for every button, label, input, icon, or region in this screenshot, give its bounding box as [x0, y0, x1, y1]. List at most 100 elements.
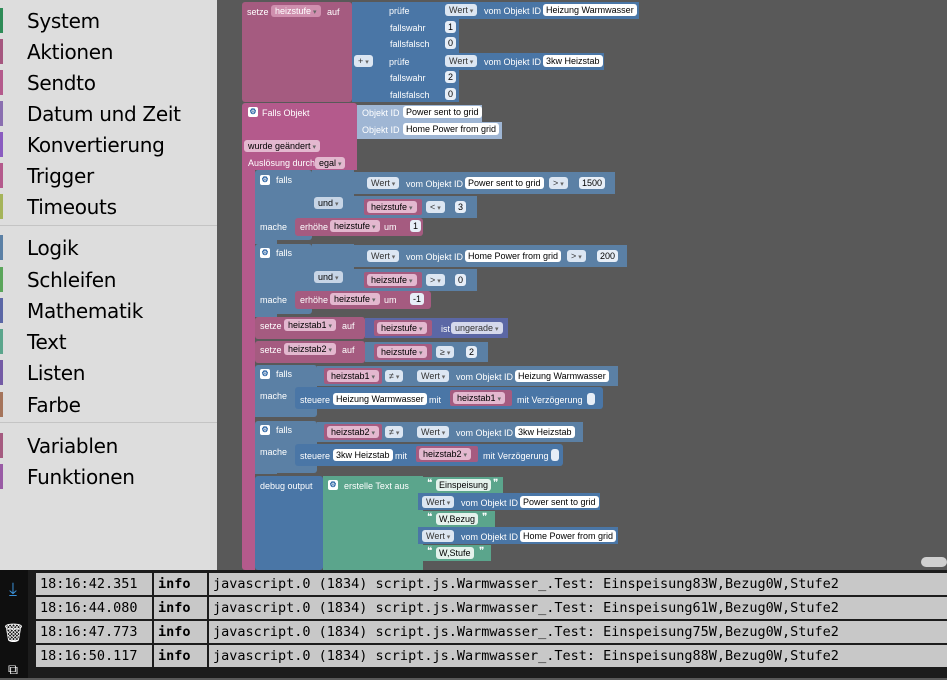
- compare-operator-dropdown[interactable]: >: [426, 274, 445, 286]
- category-farbe[interactable]: Farbe: [0, 389, 217, 419]
- category-variablen[interactable]: Variablen: [0, 430, 217, 460]
- value-type-dropdown[interactable]: Wert: [445, 4, 478, 16]
- variable-dropdown[interactable]: heizstab1: [284, 319, 336, 331]
- number-field[interactable]: 1: [445, 21, 457, 33]
- value-type-dropdown[interactable]: Wert: [422, 496, 455, 508]
- variable-dropdown[interactable]: heizstufe: [367, 201, 417, 213]
- category-aktionen[interactable]: Aktionen: [0, 36, 217, 66]
- object-id-field[interactable]: Power sent to grid: [403, 106, 482, 118]
- number-field[interactable]: -1: [410, 293, 425, 305]
- category-trigger[interactable]: Trigger: [0, 160, 217, 190]
- value-type-dropdown[interactable]: Wert: [367, 250, 400, 262]
- compare-operator-dropdown[interactable]: ≥: [436, 346, 455, 358]
- category-mathematik[interactable]: Mathematik: [0, 295, 217, 325]
- text-field[interactable]: W,Stufe: [436, 547, 474, 559]
- number-field[interactable]: 0: [445, 88, 457, 100]
- trigger-source-dropdown[interactable]: egal: [315, 157, 346, 169]
- variable-dropdown[interactable]: heizstufe: [377, 346, 427, 358]
- logic-and-block[interactable]: [312, 244, 354, 292]
- object-id-field[interactable]: Heizung Warmwasser: [333, 393, 427, 405]
- category-color-bar: [0, 132, 3, 157]
- logic-and-block[interactable]: [312, 170, 354, 218]
- variable-dropdown[interactable]: heizstufe: [330, 293, 380, 305]
- block-text: falls: [276, 175, 293, 185]
- category-listen[interactable]: Listen: [0, 357, 217, 387]
- category-logik[interactable]: Logik: [0, 232, 217, 262]
- gear-icon[interactable]: ⚙: [260, 425, 270, 435]
- value-type-dropdown[interactable]: Wert: [417, 426, 450, 438]
- block-text: auf: [327, 7, 340, 17]
- add-case-button[interactable]: +: [354, 55, 373, 67]
- scroll-down-icon[interactable]: ⤓: [2, 578, 24, 600]
- object-id-field[interactable]: 3kw Heizstab: [543, 55, 603, 67]
- category-konvertierung[interactable]: Konvertierung: [0, 129, 217, 159]
- compare-operator-dropdown[interactable]: >: [549, 177, 568, 189]
- logic-operator-dropdown[interactable]: und: [314, 197, 343, 209]
- variable-dropdown[interactable]: heizstufe: [367, 274, 417, 286]
- compare-operator-dropdown[interactable]: <: [426, 201, 445, 213]
- object-id-field[interactable]: Heizung Warmwasser: [515, 370, 609, 382]
- object-id-field[interactable]: Home Power from grid: [465, 250, 562, 262]
- variable-dropdown[interactable]: heizstab2: [419, 448, 471, 460]
- blockly-workspace[interactable]: setze heizstufe auf prüfe Wert vom Objek…: [217, 0, 947, 570]
- variable-dropdown[interactable]: heizstufe: [330, 220, 380, 232]
- object-id-field[interactable]: Power sent to grid: [465, 177, 544, 189]
- object-id-field[interactable]: 3kw Heizstab: [333, 449, 393, 461]
- compare-operator-dropdown[interactable]: >: [567, 250, 586, 262]
- number-field[interactable]: 0: [445, 37, 457, 49]
- object-id-field[interactable]: Power sent to grid: [520, 496, 599, 508]
- copy-icon[interactable]: ⧉: [2, 658, 24, 680]
- category-schleifen[interactable]: Schleifen: [0, 264, 217, 294]
- value-type-dropdown[interactable]: Wert: [367, 177, 400, 189]
- gear-icon[interactable]: ⚙: [260, 175, 270, 185]
- gear-icon[interactable]: ⚙: [260, 369, 270, 379]
- category-timeouts[interactable]: Timeouts: [0, 191, 217, 221]
- value-type-dropdown[interactable]: Wert: [417, 370, 450, 382]
- trigger-type-dropdown[interactable]: wurde geändert: [244, 140, 321, 152]
- variable-dropdown[interactable]: heizstufe: [377, 322, 427, 334]
- block-text: mache: [260, 295, 288, 305]
- compare-operator-dropdown[interactable]: ≠: [385, 426, 404, 438]
- category-text[interactable]: Text: [0, 326, 217, 356]
- category-datum-und-zeit[interactable]: Datum und Zeit: [0, 98, 217, 128]
- number-field[interactable]: 2: [445, 71, 457, 83]
- compare-operator-dropdown[interactable]: ≠: [385, 370, 404, 382]
- gear-icon[interactable]: ⚙: [260, 248, 270, 258]
- object-id-field[interactable]: Heizung Warmwasser: [543, 4, 637, 16]
- number-field[interactable]: 3: [455, 201, 467, 213]
- delay-checkbox[interactable]: [587, 393, 595, 405]
- number-field[interactable]: 1: [410, 220, 422, 232]
- variable-dropdown[interactable]: heizstab2: [327, 426, 379, 438]
- delay-checkbox[interactable]: [551, 449, 559, 461]
- object-id-field[interactable]: Home Power from grid: [520, 530, 617, 542]
- value-type-dropdown[interactable]: Wert: [445, 55, 478, 67]
- block-text: vom Objekt ID: [461, 498, 519, 508]
- number-field[interactable]: 2: [466, 346, 478, 358]
- variable-dropdown[interactable]: heizstab1: [453, 392, 505, 404]
- number-field[interactable]: 0: [455, 274, 467, 286]
- object-id-field[interactable]: 3kw Heizstab: [515, 426, 575, 438]
- category-system[interactable]: System: [0, 5, 217, 35]
- gear-icon[interactable]: ⚙: [328, 480, 338, 490]
- gear-icon[interactable]: ⚙: [248, 107, 258, 117]
- number-field[interactable]: 200: [597, 250, 619, 262]
- category-color-bar: [0, 267, 3, 292]
- variable-dropdown[interactable]: heizstab1: [327, 370, 379, 382]
- number-field[interactable]: 1500: [579, 177, 606, 189]
- property-dropdown[interactable]: ungerade: [451, 322, 503, 334]
- switch-block[interactable]: [352, 2, 384, 102]
- value-type-dropdown[interactable]: Wert: [422, 530, 455, 542]
- category-sendto[interactable]: Sendto: [0, 67, 217, 97]
- clear-log-icon[interactable]: 🗑: [2, 622, 25, 644]
- block-text: erhöhe: [300, 295, 329, 305]
- variable-dropdown[interactable]: heizstufe: [271, 5, 321, 17]
- object-id-field[interactable]: Home Power from grid: [403, 123, 500, 135]
- category-funktionen[interactable]: Funktionen: [0, 461, 217, 491]
- category-color-bar: [0, 70, 3, 95]
- variable-dropdown[interactable]: heizstab2: [284, 343, 336, 355]
- block-text: um: [384, 222, 397, 232]
- horizontal-scrollbar[interactable]: [921, 557, 947, 567]
- text-field[interactable]: W,Bezug: [436, 513, 479, 525]
- text-field[interactable]: Einspeisung: [436, 479, 492, 491]
- logic-operator-dropdown[interactable]: und: [314, 271, 343, 283]
